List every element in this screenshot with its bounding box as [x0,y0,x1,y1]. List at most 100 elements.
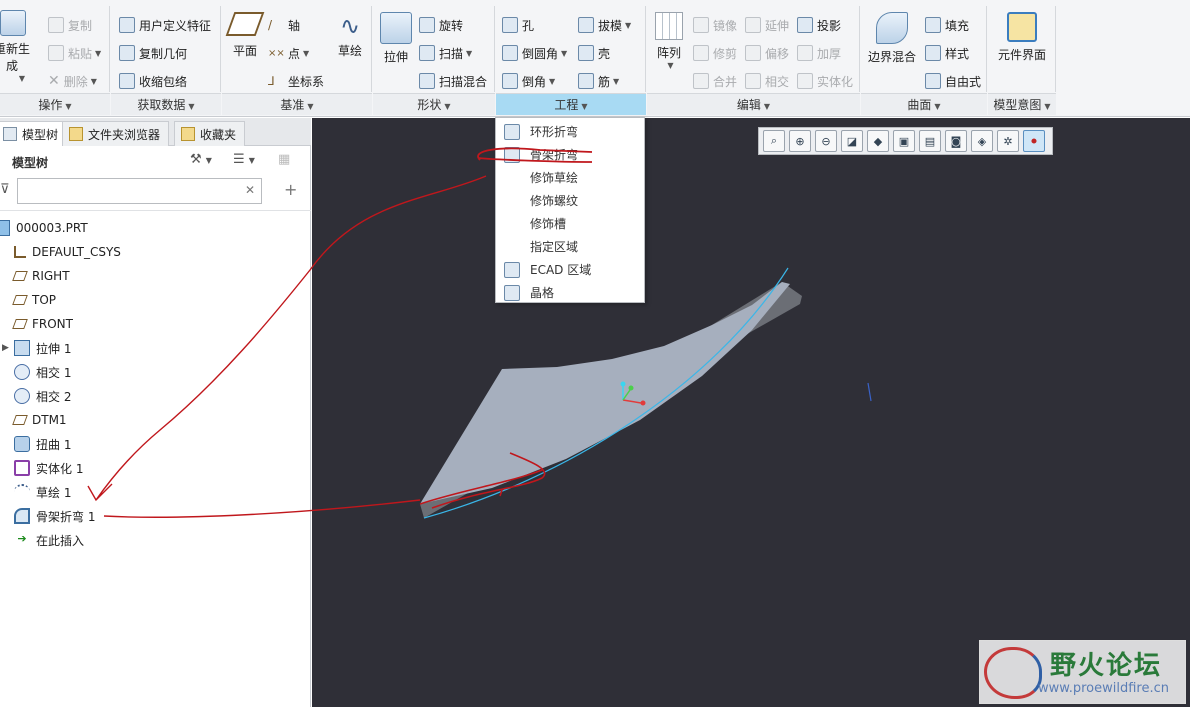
tree-item-4[interactable]: FRONT [12,312,73,336]
sketch-button[interactable]: ∿ 草绘 [332,12,368,59]
datum-display-button[interactable]: ✲ [997,130,1019,152]
expand-arrow-icon[interactable]: ▶ [2,343,9,353]
boundary-blend-button[interactable]: 边界混合 [865,12,919,65]
shrinkwrap-button[interactable]: 收缩包络 [119,70,187,92]
copy-button[interactable]: 复制 [48,14,92,36]
tree-settings-button[interactable]: ⚒ ▼ [190,152,224,172]
group-shape: 拉伸 旋转 扫描 ▼ 扫描混合 [373,6,495,92]
tree-item-7[interactable]: 相交 2 [14,384,71,408]
paste-button[interactable]: 粘贴 ▼ [48,42,101,64]
section-button[interactable]: ◈ [971,130,993,152]
sweep-icon [419,45,435,61]
tree-item-1[interactable]: DEFAULT_CSYS [14,240,121,264]
zoom-in-button[interactable]: ⊕ [789,130,811,152]
tree-item-5[interactable]: ▶ 拉伸 1 [2,336,71,360]
regenerate-button[interactable]: 重新生成 ▼ [0,10,44,83]
repaint-button[interactable]: ◪ [841,130,863,152]
menu-item-4[interactable]: 修饰槽 [496,212,644,235]
csys-button[interactable]: ⅃ 坐标系 [268,70,324,92]
style-button[interactable]: 样式 [925,42,969,64]
tree-item-3[interactable]: TOP [12,288,57,312]
group-label-shape[interactable]: 形状 ▼ [373,93,495,115]
delete-button[interactable]: ✕ 删除 ▼ [48,70,97,92]
menu-item-5[interactable]: 指定区域 [496,235,644,258]
group-label-get-data[interactable]: 获取数据 ▼ [111,93,221,115]
tree-item-label: 实体化 1 [36,461,84,476]
tree-item-6[interactable]: 相交 1 [14,360,71,384]
menu-item-1[interactable]: 骨架折弯 [496,143,644,166]
sweep-button[interactable]: 扫描 ▼ [419,42,472,64]
pattern-button[interactable]: 阵列 ▼ [651,12,687,70]
extrude-button[interactable]: 拉伸 [377,12,415,65]
menu-item-7[interactable]: 晶格 [496,281,644,304]
group-label-datum[interactable]: 基准 ▼ [222,93,372,115]
menu-item-2[interactable]: 修饰草绘 [496,166,644,189]
group-label-model-intent[interactable]: 模型意图 ▼ [988,93,1056,115]
tree-item-label: TOP [32,293,57,307]
group-label-edit[interactable]: 编辑 ▼ [647,93,860,115]
swept-blend-button[interactable]: 扫描混合 [419,70,487,92]
tree-item-12[interactable]: 骨架折弯 1 [14,504,95,528]
tab-folder-browser[interactable]: 文件夹浏览器 [62,121,170,146]
menu-item-3[interactable]: 修饰螺纹 [496,189,644,212]
shell-button[interactable]: 壳 [578,42,610,64]
tab-favorites[interactable]: 收藏夹 [174,121,246,146]
section-icon: ◈ [977,134,987,148]
intersect-icon [745,73,761,89]
tree-item-9[interactable]: 扭曲 1 [14,432,71,456]
project-button[interactable]: 投影 [797,14,841,36]
refit-button[interactable]: ⌕ [763,130,785,152]
perspective-view-button[interactable]: ◙ [945,130,967,152]
saved-orientations-button[interactable]: ▣ [893,130,915,152]
round-button[interactable]: 倒圆角 ▼ [502,42,567,64]
component-interface-button[interactable]: 元件界面 [990,12,1054,63]
thicken-button[interactable]: 加厚 [797,42,841,64]
add-filter-button[interactable]: + [284,180,297,199]
udf-button[interactable]: 用户定义特征 [119,14,211,36]
draft-button[interactable]: 拔模 ▼ [578,14,631,36]
tree-filter-toggle[interactable]: ▦ [278,152,298,172]
fill-button[interactable]: 填充 [925,14,969,36]
copy-geometry-button[interactable]: 复制几何 [119,42,187,64]
mirror-button[interactable]: 镜像 [693,14,737,36]
tree-columns-button[interactable]: ☰ ▼ [233,152,267,172]
point-button[interactable]: ×× 点 ▼ [268,42,309,64]
tree-item-11[interactable]: 草绘 1 [14,480,71,504]
filter-icon[interactable]: ⊽ [0,182,10,197]
tree-item-13[interactable]: ➔ 在此插入 [14,528,84,552]
display-style-button[interactable]: ◆ [867,130,889,152]
merge-button[interactable]: 合并 [693,70,737,92]
hole-button[interactable]: 孔 [502,14,534,36]
zoom-out-button[interactable]: ⊖ [815,130,837,152]
extend-button[interactable]: 延伸 [745,14,789,36]
chamfer-button[interactable]: 倒角 ▼ [502,70,555,92]
revolve-button[interactable]: 旋转 [419,14,463,36]
forum-logo-icon [984,647,1042,699]
intersect-button[interactable]: 相交 [745,70,789,92]
tree-item-0[interactable]: 000003.PRT [0,216,88,240]
view-manager-button[interactable]: ▤ [919,130,941,152]
menu-item-6[interactable]: ECAD 区域 [496,258,644,281]
regenerate-dropdown[interactable]: ▼ [0,74,44,83]
freestyle-button[interactable]: 自由式 [925,70,981,92]
tree-item-8[interactable]: DTM1 [12,408,67,432]
annotation-display-button[interactable]: ⚫ [1023,130,1045,152]
menu-item-0[interactable]: 环形折弯 [496,120,644,143]
trim-button[interactable]: 修剪 [693,42,737,64]
refit-icon: ⌕ [770,134,778,147]
axis-button[interactable]: / 轴 [268,14,300,36]
tree-item-10[interactable]: 实体化 1 [14,456,83,480]
search-input[interactable] [18,179,238,203]
group-label-operations[interactable]: 操作 ▼ [0,93,110,115]
blank-icon [504,216,520,232]
group-label-surfaces[interactable]: 曲面 ▼ [861,93,987,115]
solidify-button[interactable]: 实体化 [797,70,853,92]
tree-item-2[interactable]: RIGHT [12,264,70,288]
graphics-window[interactable] [312,118,1190,707]
group-label-engineering[interactable]: 工程 ▼ [496,93,646,115]
offset-button[interactable]: 偏移 [745,42,789,64]
plane-button[interactable]: 平面 [225,12,265,59]
tab-model-tree[interactable]: 模型树 [0,121,68,146]
rib-button[interactable]: 筋 ▼ [578,70,619,92]
clear-search-icon[interactable]: ✕ [245,183,255,197]
